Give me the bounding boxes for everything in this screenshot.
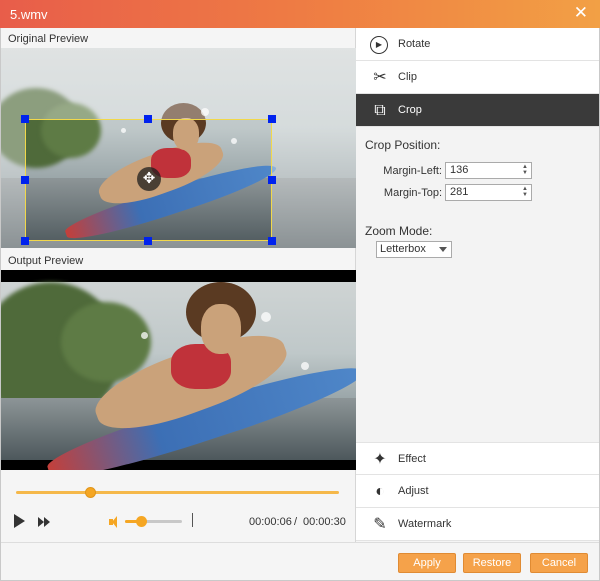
window-title: 5.wmv xyxy=(10,7,48,22)
crop-icon: ⧉ xyxy=(374,102,386,119)
crop-handle-right[interactable] xyxy=(268,176,276,184)
menu-item-clip[interactable]: ✂ Clip xyxy=(356,61,600,94)
crop-settings: Crop Position: Margin-Left: 136 ▲ ▼ Margi… xyxy=(356,127,600,442)
margin-top-field[interactable]: 281 ▲ ▼ xyxy=(445,184,532,201)
margin-top-label: Margin-Top: xyxy=(383,187,442,199)
edit-panel: ▶ Rotate ✂ Clip ⧉ Crop Crop Position: Ma… xyxy=(356,28,600,542)
crop-position-title: Crop Position: xyxy=(365,138,441,152)
restore-button[interactable]: Restore xyxy=(463,553,521,573)
crop-handle-top-left[interactable] xyxy=(21,115,29,123)
crop-handle-bottom-left[interactable] xyxy=(21,237,29,245)
title-bar: 5.wmv ✕ xyxy=(0,0,600,28)
menu-item-crop[interactable]: ⧉ Crop xyxy=(356,94,600,127)
menu-item-label: Rotate xyxy=(398,38,431,50)
chevron-down-icon xyxy=(439,247,447,252)
margin-top-value: 281 xyxy=(450,186,469,198)
spin-arrows-icon[interactable]: ▲ ▼ xyxy=(522,164,528,176)
volume-knob[interactable] xyxy=(135,516,147,527)
divider xyxy=(192,513,193,527)
menu-item-rotate[interactable]: ▶ Rotate xyxy=(356,28,600,61)
crop-handle-top[interactable] xyxy=(144,115,152,123)
output-preview xyxy=(1,270,356,470)
output-preview-label: Output Preview xyxy=(8,255,84,267)
apply-button[interactable]: Apply xyxy=(398,553,456,573)
volume-icon[interactable] xyxy=(109,516,121,528)
sparkle-icon: ✦ xyxy=(373,451,387,468)
original-preview-label: Original Preview xyxy=(8,33,89,45)
margin-left-field[interactable]: 136 ▲ ▼ xyxy=(445,162,532,179)
menu-item-label: Crop xyxy=(398,104,422,116)
move-icon[interactable]: ✥ xyxy=(137,167,161,191)
rotate-icon: ▶ xyxy=(370,36,388,54)
menu-item-label: Adjust xyxy=(398,485,429,497)
menu-item-label: Watermark xyxy=(398,518,452,530)
original-preview[interactable]: ✥ xyxy=(1,48,356,248)
menu-item-label: Clip xyxy=(398,71,417,83)
brightness-icon: ◐ xyxy=(375,483,385,500)
close-icon[interactable]: ✕ xyxy=(574,4,588,22)
preview-pane: Original Preview ✥ Output Preview 00:00:… xyxy=(0,28,356,542)
progress-knob[interactable] xyxy=(85,487,97,498)
zoom-mode-title: Zoom Mode: xyxy=(365,224,433,238)
action-bar: Apply Restore Cancel xyxy=(0,542,600,581)
zoom-mode-value: Letterbox xyxy=(380,243,426,255)
fast-forward-icon[interactable] xyxy=(38,517,50,527)
current-time: 00:00:06 xyxy=(249,516,292,528)
cancel-button[interactable]: Cancel xyxy=(530,553,588,573)
crop-handle-bottom-right[interactable] xyxy=(268,237,276,245)
brush-icon: ✎ xyxy=(373,516,387,533)
crop-handle-left[interactable] xyxy=(21,176,29,184)
zoom-mode-select[interactable]: Letterbox xyxy=(376,241,452,258)
margin-left-value: 136 xyxy=(450,164,469,176)
time-separator: / xyxy=(294,516,298,528)
crop-handle-top-right[interactable] xyxy=(268,115,276,123)
scissors-icon: ✂ xyxy=(373,69,387,86)
spin-arrows-icon[interactable]: ▲ ▼ xyxy=(522,186,528,198)
menu-item-watermark[interactable]: ✎ Watermark xyxy=(356,508,600,541)
margin-left-label: Margin-Left: xyxy=(383,165,442,177)
total-time: 00:00:30 xyxy=(303,516,346,528)
play-icon[interactable] xyxy=(14,514,25,528)
crop-handle-bottom[interactable] xyxy=(144,237,152,245)
menu-item-label: Effect xyxy=(398,453,426,465)
output-video-frame xyxy=(1,282,356,470)
menu-item-effect[interactable]: ✦ Effect xyxy=(356,442,600,475)
progress-slider[interactable] xyxy=(16,491,339,494)
menu-item-adjust[interactable]: ◐ Adjust xyxy=(356,475,600,508)
